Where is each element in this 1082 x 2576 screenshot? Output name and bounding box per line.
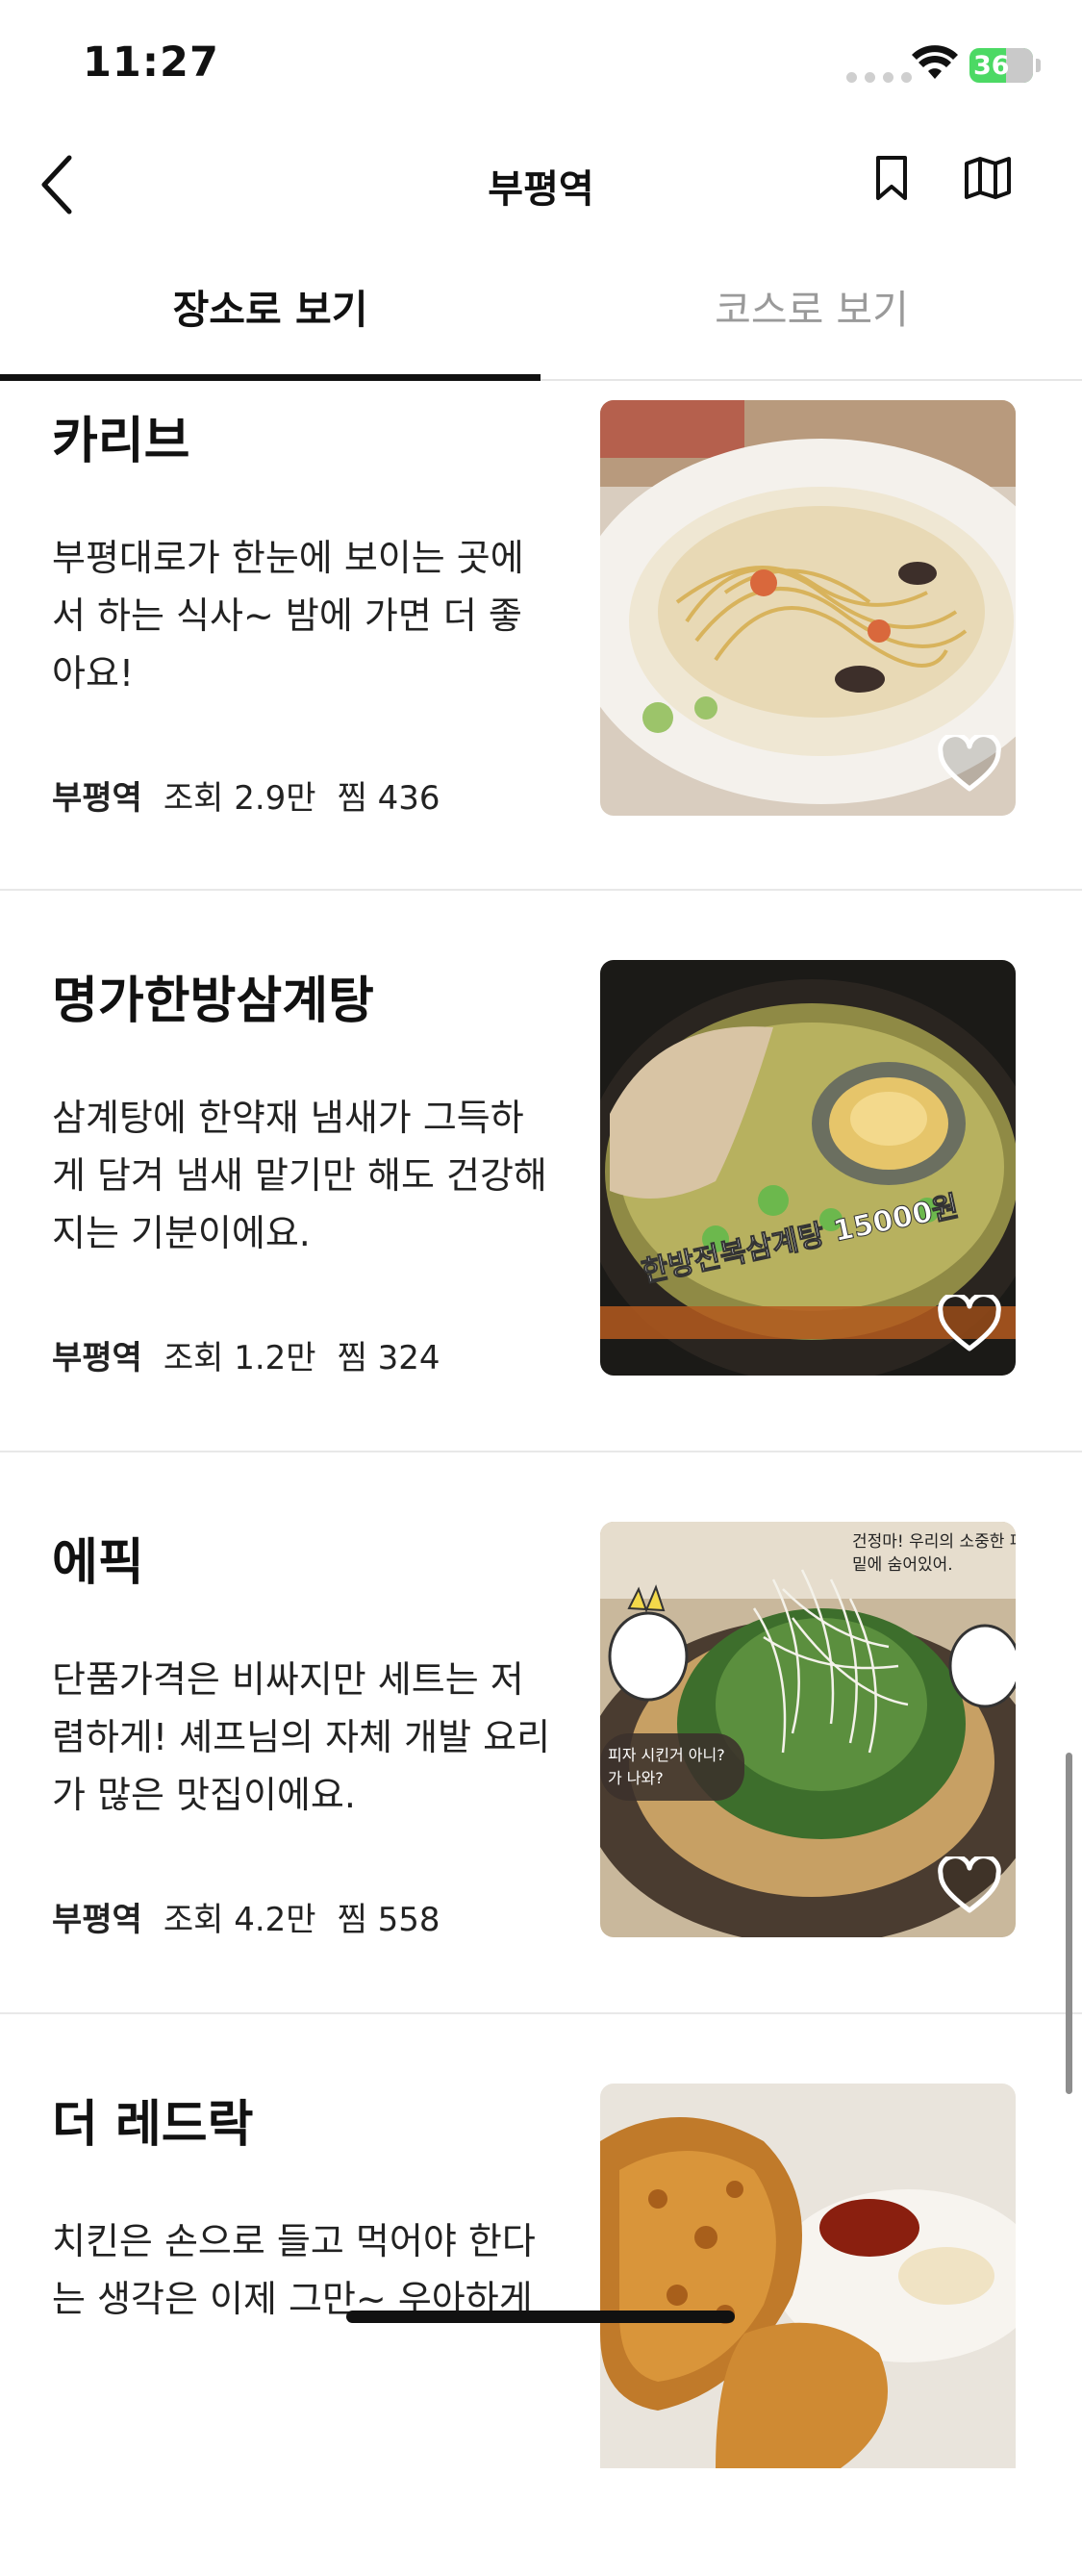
photo-caption: 건정마! 우리의 소중한 피	[852, 1532, 1016, 1552]
place-description: 삼계탕에 한약재 냄새가 그득하게 담겨 냄새 맡기만 해도 건강해지는 기분이…	[52, 1097, 547, 1254]
wifi-icon	[912, 45, 958, 79]
photo-caption: 밑에 숨어있어.	[852, 1555, 953, 1575]
bookmark-icon[interactable]	[870, 154, 913, 204]
place-photo[interactable]: 건정마! 우리의 소중한 피 밑에 숨어있어. 피자 시킨거 아니? 가 나와?	[600, 1522, 1016, 1937]
cellular-signal-icon	[846, 72, 912, 83]
station-label: 부평역	[52, 1901, 142, 1939]
like-count: 찜 558	[337, 1901, 440, 1939]
battery-level: 36	[973, 51, 1010, 81]
status-time: 11:27	[83, 38, 219, 87]
place-photo[interactable]	[600, 2084, 1016, 2468]
view-count: 조회 4.2만	[163, 1901, 316, 1939]
place-name: 카리브	[52, 413, 190, 470]
tab-places[interactable]: 장소로 보기	[0, 277, 541, 335]
fried-chicken-image	[600, 2084, 1016, 2468]
like-count: 찜 324	[337, 1339, 440, 1377]
heart-icon[interactable]	[937, 1856, 1002, 1916]
page-title: 부평역	[488, 167, 594, 212]
tab-courses[interactable]: 코스로 보기	[541, 277, 1082, 335]
scrollbar[interactable]	[1066, 1753, 1072, 2094]
place-name: 명가한방삼계탕	[52, 972, 374, 1030]
map-icon[interactable]	[964, 156, 1012, 200]
list-item[interactable]: 에픽 단품가격은 비싸지만 세트는 저렴하게! 셰프님의 자체 개발 요리가 많…	[0, 1452, 1082, 2014]
navigation-bar: 부평역	[0, 135, 1082, 240]
place-name: 더 레드락	[52, 2096, 254, 2154]
battery-icon: 36	[969, 48, 1041, 83]
place-name: 에픽	[52, 1534, 144, 1592]
home-indicator[interactable]	[346, 2311, 735, 2323]
station-label: 부평역	[52, 1339, 142, 1377]
active-tab-indicator	[0, 374, 541, 381]
place-meta: 부평역 조회 4.2만 찜 558	[52, 1893, 440, 1940]
place-meta: 부평역 조회 2.9만 찜 436	[52, 771, 440, 819]
place-description: 단품가격은 비싸지만 세트는 저렴하게! 셰프님의 자체 개발 요리가 많은 맛…	[52, 1658, 551, 1816]
view-count: 조회 1.2만	[163, 1339, 316, 1377]
view-tabs: 장소로 보기 코스로 보기	[0, 260, 1082, 381]
place-photo[interactable]: 한방전복삼계탕 15000원	[600, 960, 1016, 1376]
list-item[interactable]: 명가한방삼계탕 삼계탕에 한약재 냄새가 그득하게 담겨 냄새 맡기만 해도 건…	[0, 891, 1082, 1452]
like-count: 찜 436	[337, 779, 440, 818]
photo-caption: 가 나와?	[608, 1769, 664, 1787]
place-meta: 부평역 조회 1.2만 찜 324	[52, 1331, 440, 1378]
list-item[interactable]: 카리브 부평대로가 한눈에 보이는 곳에서 하는 식사~ 밤에 가면 더 좋아요…	[0, 381, 1082, 891]
photo-caption: 피자 시킨거 아니?	[608, 1746, 725, 1764]
heart-icon[interactable]	[937, 735, 1002, 795]
station-label: 부평역	[52, 779, 142, 818]
view-count: 조회 2.9만	[163, 779, 316, 818]
list-item[interactable]: 더 레드락 치킨은 손으로 들고 먹어야 한다는 생각은 이제 그만~ 우아하게	[0, 2014, 1082, 2576]
status-bar: 11:27 36	[0, 0, 1082, 135]
place-photo[interactable]	[600, 400, 1016, 816]
heart-icon[interactable]	[937, 1295, 1002, 1354]
place-description: 부평대로가 한눈에 보이는 곳에서 하는 식사~ 밤에 가면 더 좋아요!	[52, 537, 524, 695]
